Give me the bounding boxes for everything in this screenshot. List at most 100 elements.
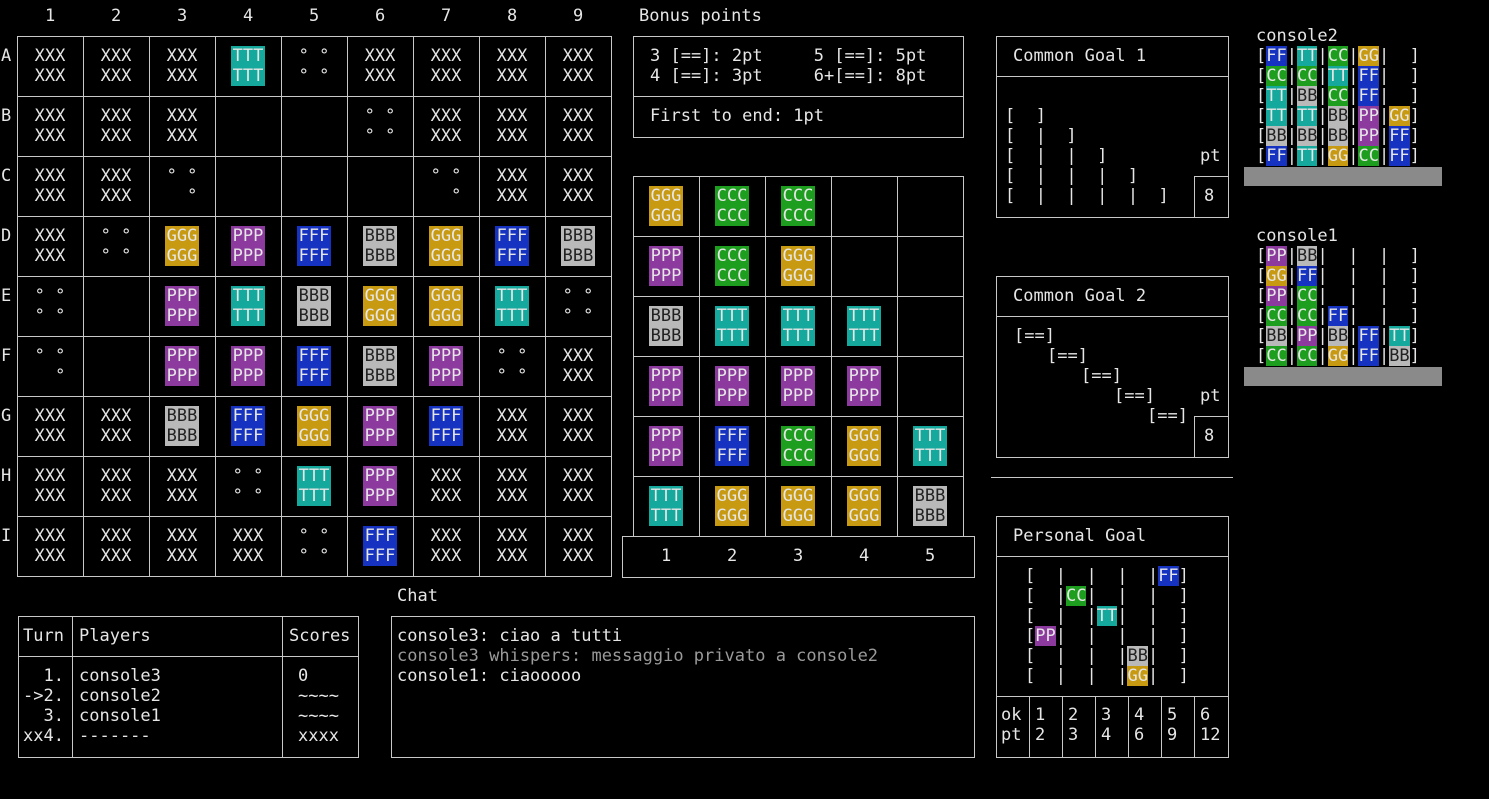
board-cell-C4[interactable] — [215, 156, 281, 216]
board-cell-B2[interactable]: XXX XXX — [83, 96, 149, 156]
board-cell-F1[interactable]: ° ° ° — [17, 336, 83, 396]
board-cell-H9[interactable]: XXX XXX — [545, 456, 611, 516]
tile-G[interactable]: GGG GGG — [165, 226, 199, 266]
tile-T[interactable]: TTT TTT — [231, 286, 265, 326]
board-cell-E1[interactable]: ° ° ° ° — [17, 276, 83, 336]
board-cell-F4[interactable]: PPP PPP — [215, 336, 281, 396]
shelf-tile-C[interactable]: CCC CCC — [715, 186, 749, 226]
shelf-tile-P[interactable]: PPP PPP — [847, 366, 881, 406]
shelf-tile-F[interactable]: FFF FFF — [715, 426, 749, 466]
shelf-column-button-5[interactable]: 5 — [925, 546, 935, 566]
board-cell-C5[interactable] — [281, 156, 347, 216]
shelf-tile-P[interactable]: PPP PPP — [715, 366, 749, 406]
tile-F[interactable]: FFF FFF — [297, 226, 331, 266]
board-cell-A1[interactable]: XXX XXX — [17, 36, 83, 96]
board-cell-D5[interactable]: FFF FFF — [281, 216, 347, 276]
shelf-tile-G[interactable]: GGG GGG — [847, 486, 881, 526]
shelf-column-button-1[interactable]: 1 — [661, 546, 671, 566]
board-cell-A6[interactable]: XXX XXX — [347, 36, 413, 96]
board-cell-B4[interactable] — [215, 96, 281, 156]
board-cell-A9[interactable]: XXX XXX — [545, 36, 611, 96]
tile-P[interactable]: PPP PPP — [165, 346, 199, 386]
shelf-tile-T[interactable]: TTT TTT — [649, 486, 683, 526]
shelf-tile-C[interactable]: CCC CCC — [781, 426, 815, 466]
board-cell-D1[interactable]: XXX XXX — [17, 216, 83, 276]
board-cell-I5[interactable]: ° ° ° ° — [281, 516, 347, 576]
tile-B[interactable]: BBB BBB — [363, 346, 397, 386]
board-cell-C1[interactable]: XXX XXX — [17, 156, 83, 216]
tile-G[interactable]: GGG GGG — [429, 286, 463, 326]
tile-P[interactable]: PPP PPP — [363, 466, 397, 506]
shelf-tile-C[interactable]: CCC CCC — [781, 186, 815, 226]
board-cell-G6[interactable]: PPP PPP — [347, 396, 413, 456]
tile-T[interactable]: TTT TTT — [495, 286, 529, 326]
board-cell-D9[interactable]: BBB BBB — [545, 216, 611, 276]
tile-F[interactable]: FFF FFF — [363, 526, 397, 566]
board-cell-F8[interactable]: ° ° ° ° — [479, 336, 545, 396]
board-cell-C8[interactable]: XXX XXX — [479, 156, 545, 216]
board-cell-H5[interactable]: TTT TTT — [281, 456, 347, 516]
board-cell-I7[interactable]: XXX XXX — [413, 516, 479, 576]
tile-F[interactable]: FFF FFF — [495, 226, 529, 266]
board-cell-G5[interactable]: GGG GGG — [281, 396, 347, 456]
board-cell-H4[interactable]: ° ° ° ° — [215, 456, 281, 516]
tile-F[interactable]: FFF FFF — [231, 406, 265, 446]
board-cell-G1[interactable]: XXX XXX — [17, 396, 83, 456]
board-cell-C9[interactable]: XXX XXX — [545, 156, 611, 216]
board-cell-A5[interactable]: ° ° ° ° — [281, 36, 347, 96]
shelf-tile-B[interactable]: BBB BBB — [913, 486, 947, 526]
board-cell-F5[interactable]: FFF FFF — [281, 336, 347, 396]
shelf-tile-G[interactable]: GGG GGG — [649, 186, 683, 226]
tile-B[interactable]: BBB BBB — [363, 226, 397, 266]
board-cell-H3[interactable]: XXX XXX — [149, 456, 215, 516]
board-cell-A7[interactable]: XXX XXX — [413, 36, 479, 96]
board-cell-G9[interactable]: XXX XXX — [545, 396, 611, 456]
board-cell-I8[interactable]: XXX XXX — [479, 516, 545, 576]
tile-B[interactable]: BBB BBB — [297, 286, 331, 326]
board-cell-D8[interactable]: FFF FFF — [479, 216, 545, 276]
board-cell-E6[interactable]: GGG GGG — [347, 276, 413, 336]
board-cell-D3[interactable]: GGG GGG — [149, 216, 215, 276]
board-cell-I6[interactable]: FFF FFF — [347, 516, 413, 576]
board-cell-A8[interactable]: XXX XXX — [479, 36, 545, 96]
board-cell-B6[interactable]: ° ° ° ° — [347, 96, 413, 156]
board-cell-A4[interactable]: TTT TTT — [215, 36, 281, 96]
board-cell-H2[interactable]: XXX XXX — [83, 456, 149, 516]
shelf-tile-P[interactable]: PPP PPP — [649, 366, 683, 406]
shelf-tile-G[interactable]: GGG GGG — [781, 486, 815, 526]
tile-G[interactable]: GGG GGG — [297, 406, 331, 446]
tile-F[interactable]: FFF FFF — [429, 406, 463, 446]
board-cell-E7[interactable]: GGG GGG — [413, 276, 479, 336]
tile-P[interactable]: PPP PPP — [429, 346, 463, 386]
tile-P[interactable]: PPP PPP — [165, 286, 199, 326]
board-cell-D7[interactable]: GGG GGG — [413, 216, 479, 276]
board-cell-D2[interactable]: ° ° ° ° — [83, 216, 149, 276]
shelf-tile-T[interactable]: TTT TTT — [847, 306, 881, 346]
board-cell-I1[interactable]: XXX XXX — [17, 516, 83, 576]
board-cell-E3[interactable]: PPP PPP — [149, 276, 215, 336]
board-cell-C2[interactable]: XXX XXX — [83, 156, 149, 216]
board-cell-B8[interactable]: XXX XXX — [479, 96, 545, 156]
board-cell-G4[interactable]: FFF FFF — [215, 396, 281, 456]
board-cell-A2[interactable]: XXX XXX — [83, 36, 149, 96]
board-cell-I4[interactable]: XXX XXX — [215, 516, 281, 576]
board-cell-B9[interactable]: XXX XXX — [545, 96, 611, 156]
tile-G[interactable]: GGG GGG — [363, 286, 397, 326]
board-cell-H1[interactable]: XXX XXX — [17, 456, 83, 516]
board-cell-F3[interactable]: PPP PPP — [149, 336, 215, 396]
board-cell-D6[interactable]: BBB BBB — [347, 216, 413, 276]
shelf-column-button-3[interactable]: 3 — [793, 546, 803, 566]
board-cell-B5[interactable] — [281, 96, 347, 156]
board-cell-F2[interactable] — [83, 336, 149, 396]
tile-F[interactable]: FFF FFF — [297, 346, 331, 386]
shelf-tile-P[interactable]: PPP PPP — [781, 366, 815, 406]
board-cell-I9[interactable]: XXX XXX — [545, 516, 611, 576]
board-cell-E2[interactable] — [83, 276, 149, 336]
board-cell-G3[interactable]: BBB BBB — [149, 396, 215, 456]
shelf-tile-G[interactable]: GGG GGG — [847, 426, 881, 466]
board-cell-B7[interactable]: XXX XXX — [413, 96, 479, 156]
board-cell-I3[interactable]: XXX XXX — [149, 516, 215, 576]
board-cell-E5[interactable]: BBB BBB — [281, 276, 347, 336]
shelf-tile-T[interactable]: TTT TTT — [781, 306, 815, 346]
tile-B[interactable]: BBB BBB — [561, 226, 595, 266]
